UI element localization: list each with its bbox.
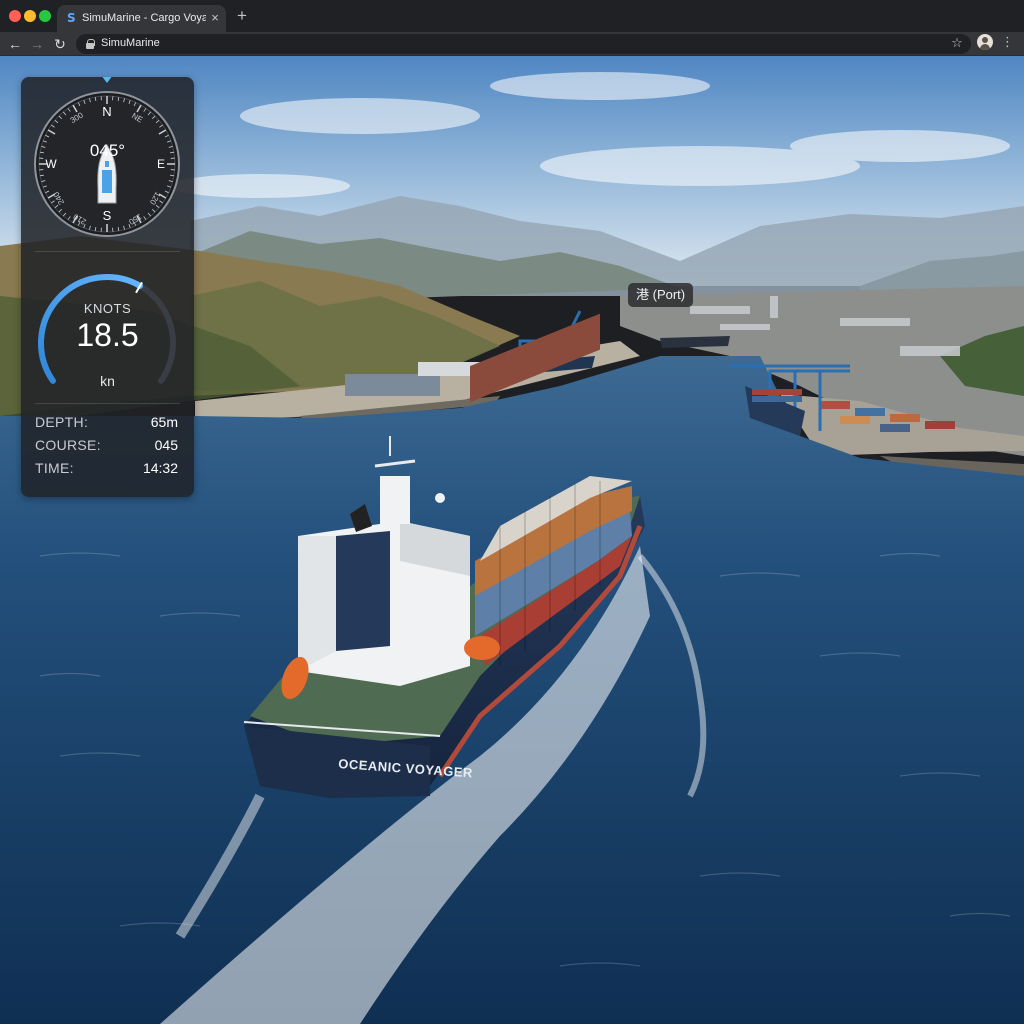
window-minimize-button[interactable]	[24, 10, 36, 22]
heading-readout: 045°	[89, 141, 126, 160]
time-value: 14:32	[142, 460, 178, 476]
depth-value: 65m	[150, 414, 178, 430]
window-close-button[interactable]	[9, 10, 21, 22]
hud-divider	[35, 251, 180, 252]
time-label: TIME:	[35, 460, 74, 476]
hud-graphics: N E S W 300 NE 120 150 210 240	[34, 77, 180, 384]
navigation-hud: N E S W 300 NE 120 150 210 240 045° KNOT…	[21, 77, 194, 497]
course-label: COURSE:	[35, 437, 101, 453]
course-value: 045	[154, 437, 178, 453]
game-viewport[interactable]: OCEANIC VOYAGER 港 (Port) N E S W 300 NE …	[0, 56, 1024, 1024]
tab-title: SimuMarine - Cargo Voyage	[82, 12, 206, 24]
compass-south: S	[103, 208, 112, 223]
tab-close-icon[interactable]: ×	[209, 11, 221, 25]
profile-avatar[interactable]	[977, 34, 993, 50]
browser-tab[interactable]: S SimuMarine - Cargo Voyage ×	[57, 5, 226, 32]
window-zoom-button[interactable]	[39, 10, 51, 22]
compass-north: N	[102, 104, 111, 119]
speed-unit: kn	[100, 373, 115, 389]
url-text: SimuMarine	[101, 37, 160, 49]
hud-divider	[35, 403, 180, 404]
speed-label: KNOTS	[83, 301, 132, 316]
bookmark-star-icon[interactable]: ☆	[949, 35, 965, 51]
browser-toolbar: ← → ↻ SimuMarine ☆	[0, 32, 1024, 56]
heading-pointer-icon	[102, 77, 112, 83]
depth-label: DEPTH:	[35, 414, 89, 430]
favicon-icon: S	[67, 11, 76, 25]
back-arrow-icon[interactable]: ←	[6, 35, 24, 53]
port-label[interactable]: 港 (Port)	[628, 283, 694, 307]
lock-icon	[86, 39, 95, 49]
browser-tab-bar: S SimuMarine - Cargo Voyage × +	[0, 0, 1024, 32]
reload-icon[interactable]: ↻	[51, 35, 69, 53]
new-tab-icon[interactable]: +	[234, 7, 250, 25]
speed-value: 18.5	[76, 317, 139, 353]
address-bar[interactable]: SimuMarine ☆	[76, 34, 971, 54]
forward-arrow-icon[interactable]: →	[28, 35, 46, 53]
browser-menu-icon[interactable]: ⋮	[1001, 35, 1014, 49]
